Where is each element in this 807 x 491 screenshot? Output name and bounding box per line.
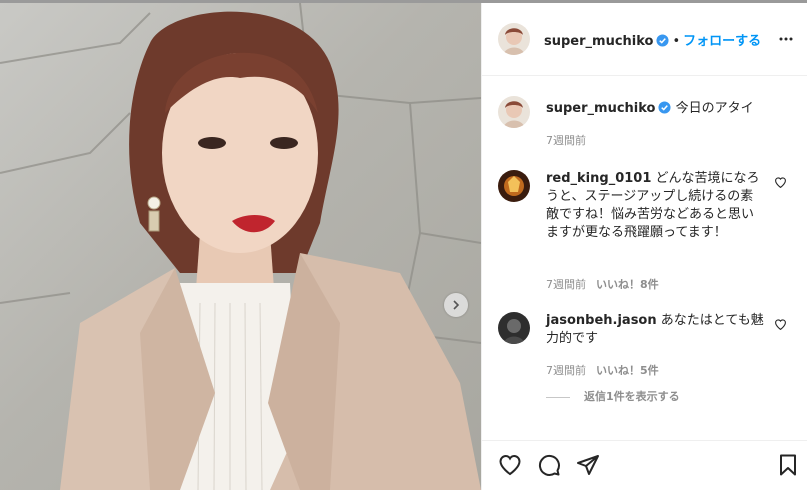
comment-text-row: red_king_0101 どんな苦境になろうと、ステージアップし続けるの素敵で… [546,170,766,242]
comment-time[interactable]: 7週間前 [546,364,586,377]
view-replies-button[interactable]: 返信1件を表示する [546,388,680,404]
comment-likes[interactable]: いいね！8件 [596,278,659,291]
share-icon[interactable] [576,453,600,477]
carousel-next-button[interactable] [444,293,468,317]
avatar[interactable] [498,96,530,128]
comments-list[interactable]: super_muchiko 今日のアタイ 7週間前 red_king_0101 … [482,76,807,436]
more-horizontal-icon[interactable] [778,31,794,47]
comment-icon[interactable] [537,453,561,477]
comment-meta: 7週間前 いいね！5件 [546,362,659,378]
verified-badge-icon [656,34,670,47]
heart-icon[interactable] [774,176,787,189]
post-header: super_muchiko • フォローする [482,3,807,76]
post-image[interactable] [0,3,481,490]
caption-time[interactable]: 7週間前 [546,132,586,148]
verified-badge-icon [658,101,672,114]
avatar-image [498,312,530,344]
heart-icon[interactable] [774,318,787,331]
avatar[interactable] [498,312,530,344]
header-separator: • [672,34,681,49]
comment-time[interactable]: 7週間前 [546,278,586,291]
view-replies-label: 返信1件を表示する [584,390,680,403]
avatar[interactable] [498,23,530,55]
header-user-row: super_muchiko • フォローする [544,30,761,49]
heart-icon[interactable] [498,453,522,477]
avatar[interactable] [498,170,530,202]
caption-text-row: super_muchiko 今日のアタイ [546,100,766,118]
bookmark-icon[interactable] [776,453,800,477]
comment-username[interactable]: red_king_0101 [546,171,651,186]
avatar-image [498,23,530,55]
action-bar [482,440,807,491]
comment-username[interactable]: jasonbeh.jason [546,313,657,328]
avatar-image [498,170,530,202]
caption-username[interactable]: super_muchiko [546,101,655,116]
caption-text: 今日のアタイ [675,101,754,116]
follow-button[interactable]: フォローする [683,34,761,49]
comment-meta: 7週間前 いいね！8件 [546,276,659,292]
post-side-panel: super_muchiko • フォローする super_muchiko 今日のアタ… [481,3,807,490]
replies-divider [546,396,570,398]
avatar-image [498,96,530,128]
comment-text-row: jasonbeh.jason あなたはとても魅力的です [546,312,766,348]
header-username[interactable]: super_muchiko [544,34,653,49]
portrait-photo [0,3,481,490]
chevron-right-icon [453,300,460,310]
comment-likes[interactable]: いいね！5件 [596,364,659,377]
